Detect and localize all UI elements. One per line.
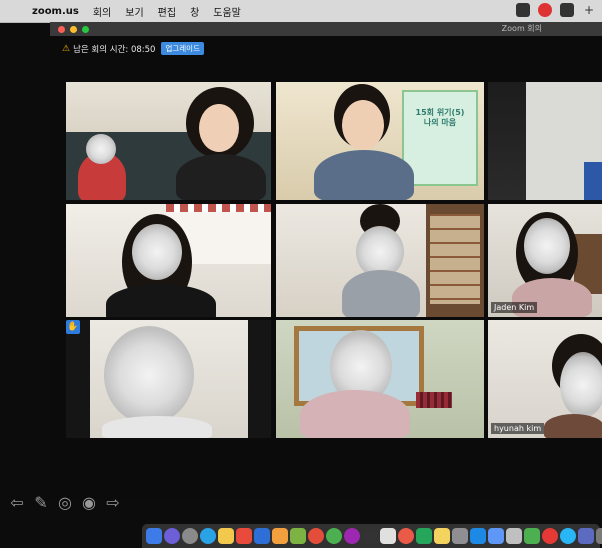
warning-icon: ⚠: [62, 43, 71, 54]
textedit-icon[interactable]: [380, 528, 396, 544]
participant-name: Jaden Kim: [491, 302, 538, 313]
blurred-face: [86, 134, 116, 164]
camera-status-icon[interactable]: [516, 3, 530, 17]
numbers-icon[interactable]: [524, 528, 540, 544]
video-tile-4[interactable]: [66, 204, 271, 317]
chat-icon[interactable]: ◉: [80, 494, 98, 512]
participant-face: [199, 104, 239, 152]
bunting: [166, 204, 271, 212]
fullscreen-window-button[interactable]: [82, 25, 89, 33]
arrow-left-icon[interactable]: ⇦: [8, 494, 26, 512]
menu-bar-tray: +: [516, 3, 596, 17]
participant-face: [342, 100, 384, 150]
video-tile-6[interactable]: Jaden Kim: [488, 204, 602, 317]
pen-icon[interactable]: ✎: [32, 494, 50, 512]
finder-icon[interactable]: [146, 528, 162, 544]
menu-bar: zoom.us 회의 보기 편집 창 도움말 +: [0, 0, 602, 23]
video-tile-8[interactable]: [276, 320, 484, 438]
trash-icon[interactable]: [596, 528, 602, 544]
video-app-icon[interactable]: [542, 528, 558, 544]
blurred-face: [560, 352, 602, 418]
keynote-icon[interactable]: [254, 528, 270, 544]
blurred-face: [524, 218, 570, 274]
video-tile-7[interactable]: ✋: [66, 320, 271, 438]
menu-edit[interactable]: 편집: [158, 4, 176, 19]
podcasts-icon[interactable]: [344, 528, 360, 544]
video-tile-1[interactable]: [66, 82, 271, 200]
stickies-icon[interactable]: [434, 528, 450, 544]
recording-status-icon[interactable]: [538, 3, 552, 17]
blurred-face: [104, 326, 194, 424]
photos-icon[interactable]: [290, 528, 306, 544]
blurred-face: [132, 224, 182, 280]
notes-icon[interactable]: [218, 528, 234, 544]
pages-icon[interactable]: [272, 528, 288, 544]
chrome-icon[interactable]: [308, 528, 324, 544]
plus-icon[interactable]: +: [582, 3, 596, 17]
menu-meeting[interactable]: 회의: [93, 4, 111, 19]
video-tile-5[interactable]: [276, 204, 484, 317]
raise-hand-icon: ✋: [66, 320, 80, 334]
video-tile-2[interactable]: 15회 위기(5) 나의 마음: [276, 82, 484, 200]
system-preferences-icon[interactable]: [506, 528, 522, 544]
poster-text: 15회 위기(5) 나의 마음: [415, 108, 465, 127]
participant-name: hyunah kim: [491, 423, 545, 434]
annotation-toolbar: ⇦ ✎ ◎ ◉ ⇨: [8, 494, 122, 512]
screen-status-icon[interactable]: [560, 3, 574, 17]
circle-icon[interactable]: ◎: [56, 494, 74, 512]
folder-icon[interactable]: [578, 528, 594, 544]
window-title-bar: Zoom 회의: [50, 22, 602, 36]
menu-window[interactable]: 창: [190, 4, 199, 19]
upgrade-button[interactable]: 업그레이드: [161, 42, 204, 55]
facetime-icon[interactable]: [416, 528, 432, 544]
video-tile-3[interactable]: [488, 82, 602, 200]
remaining-time-text: 남은 회의 시간: 08:50: [73, 44, 156, 55]
zoom-window: Zoom 회의 ⚠ 남은 회의 시간: 08:50 업그레이드 15회 위기(5…: [50, 22, 602, 500]
meeting-time-notice: ⚠ 남은 회의 시간: 08:50 업그레이드: [62, 42, 204, 55]
preview-icon[interactable]: [452, 528, 468, 544]
calendar-icon[interactable]: [236, 528, 252, 544]
zoom-icon[interactable]: [488, 528, 504, 544]
siri-icon[interactable]: [164, 528, 180, 544]
macos-dock: [142, 524, 602, 548]
arrow-right-icon[interactable]: ⇨: [104, 494, 122, 512]
window-title: Zoom 회의: [501, 24, 542, 33]
app-store-icon[interactable]: [470, 528, 486, 544]
menu-app-name[interactable]: zoom.us: [32, 6, 79, 17]
minimize-window-button[interactable]: [70, 25, 77, 33]
video-tile-9[interactable]: hyunah kim: [488, 320, 602, 438]
music-icon[interactable]: [398, 528, 414, 544]
messages-icon[interactable]: [326, 528, 342, 544]
menu-view[interactable]: 보기: [125, 4, 143, 19]
launchpad-icon[interactable]: [182, 528, 198, 544]
menu-help[interactable]: 도움말: [213, 4, 241, 19]
safari-icon[interactable]: [200, 528, 216, 544]
camera-icon[interactable]: [362, 528, 378, 544]
weather-icon[interactable]: [560, 528, 576, 544]
close-window-button[interactable]: [58, 25, 65, 33]
